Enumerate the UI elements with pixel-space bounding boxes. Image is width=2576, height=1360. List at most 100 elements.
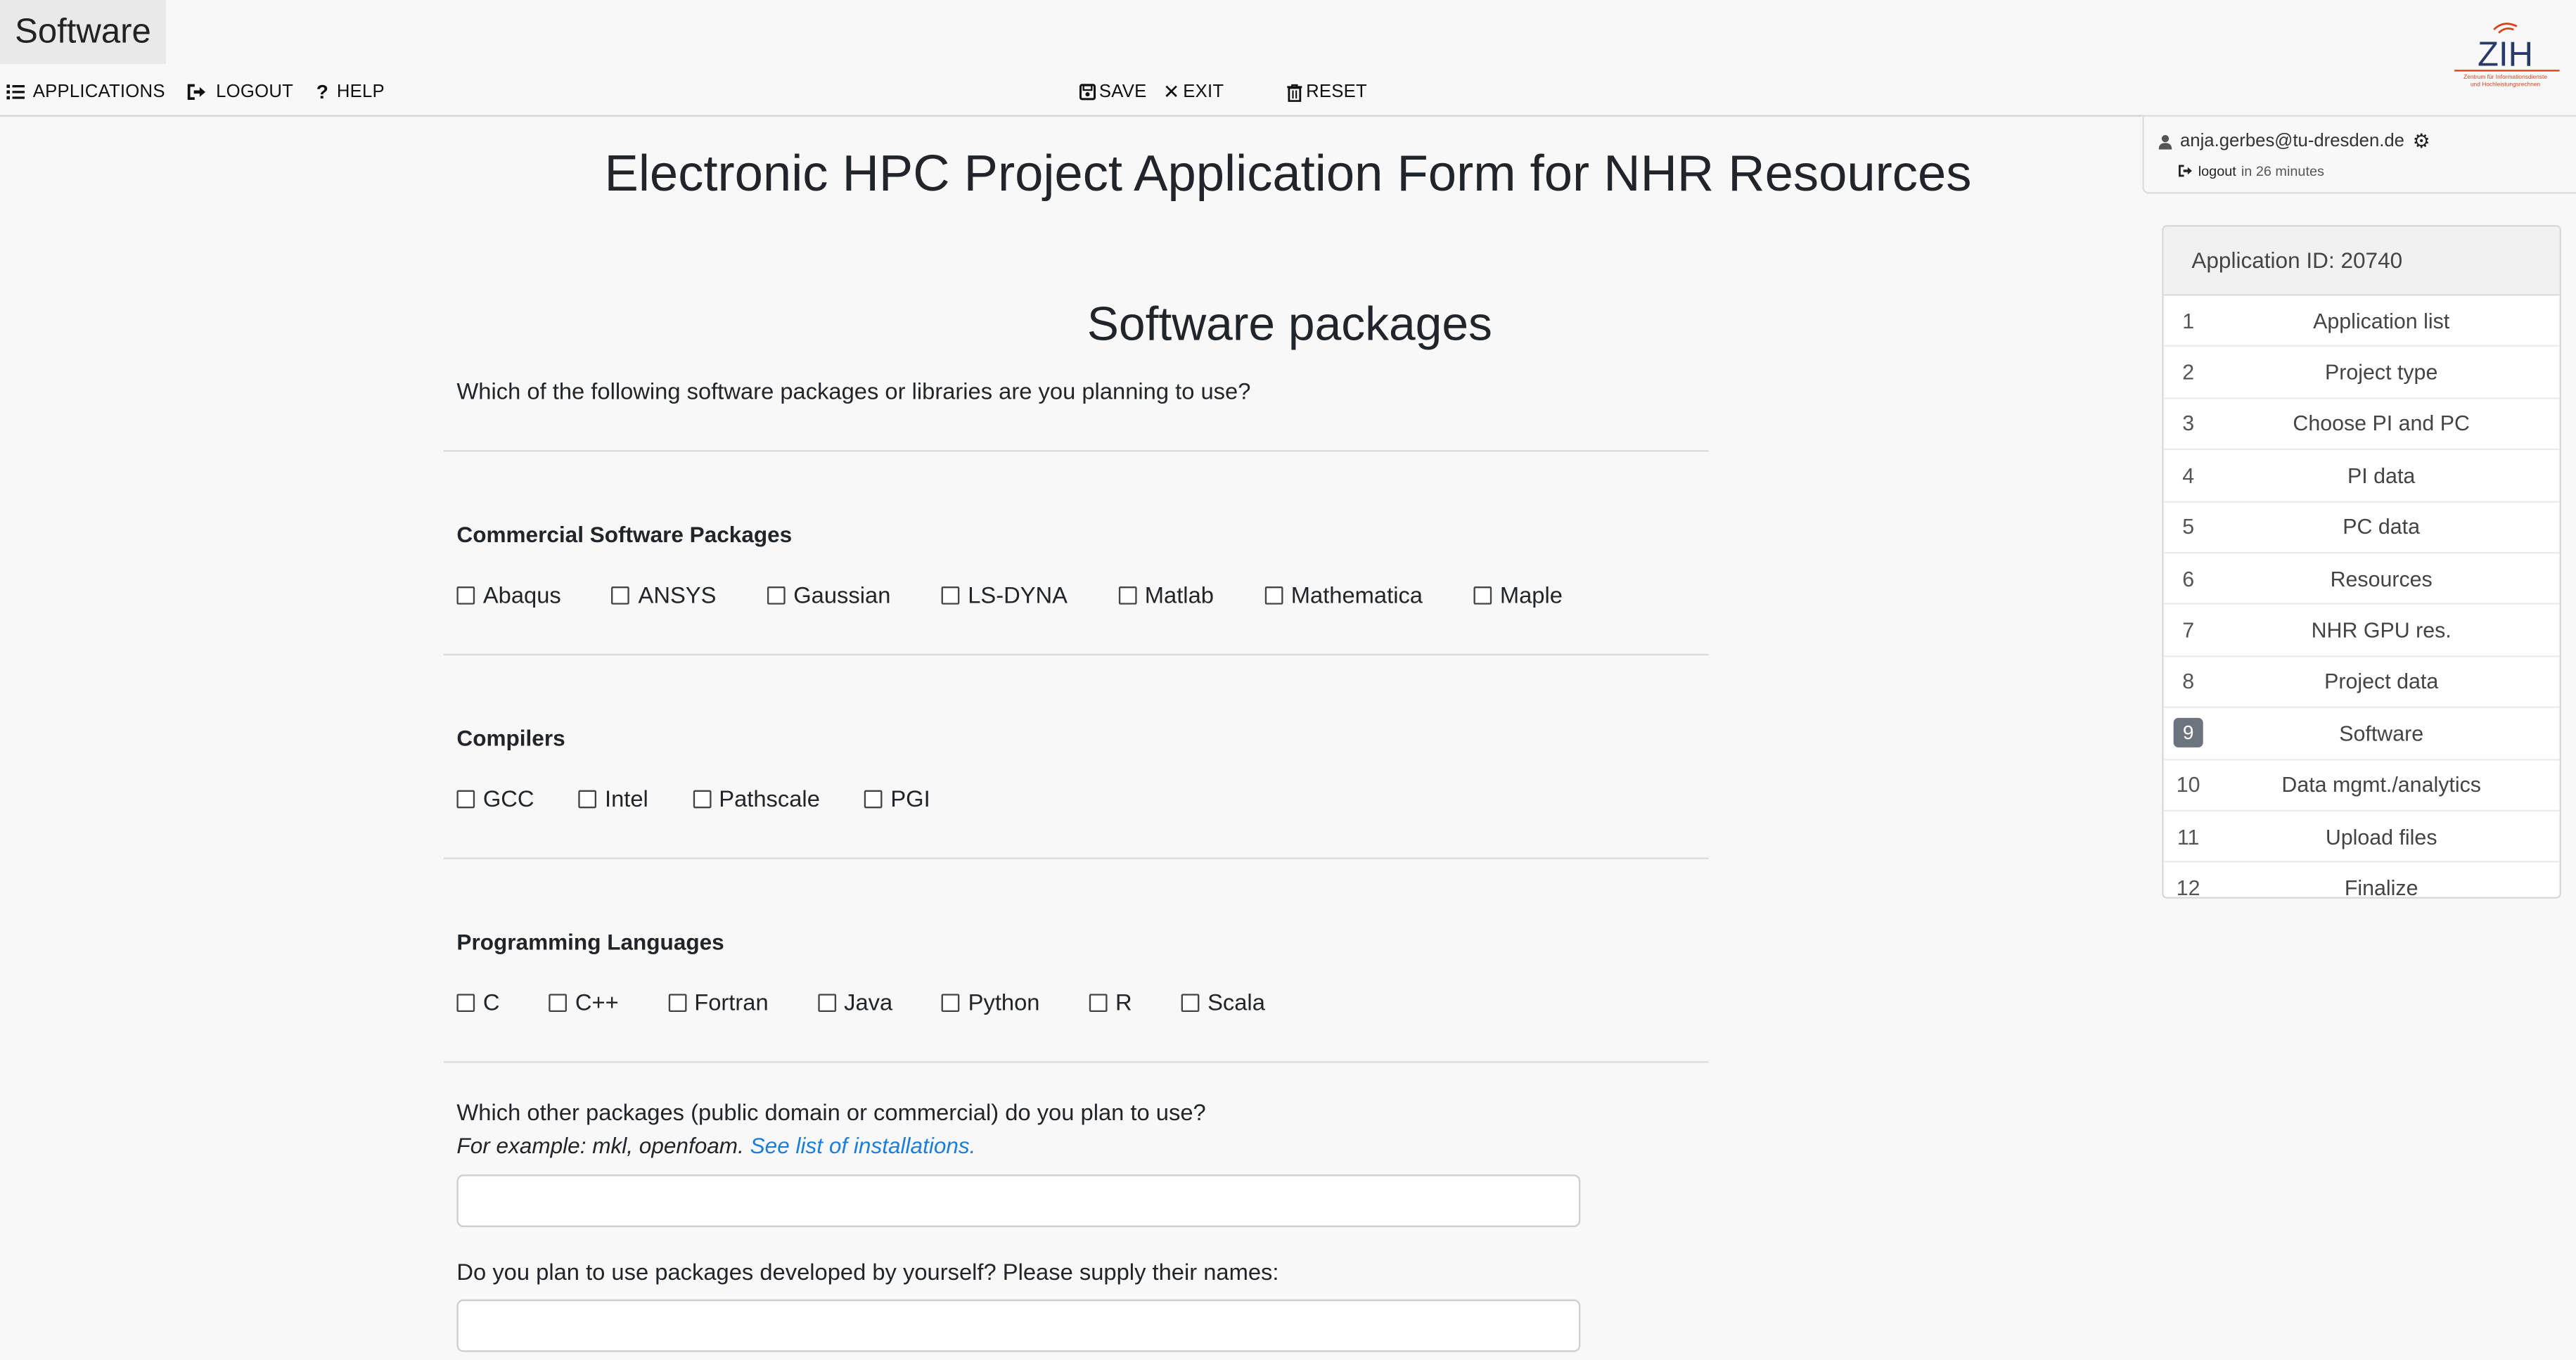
checkbox[interactable] <box>1473 585 1492 604</box>
option-fortran[interactable]: Fortran <box>667 989 769 1015</box>
option-gaussian[interactable]: Gaussian <box>767 582 890 608</box>
section-title: Software packages <box>1087 299 1492 352</box>
session-logout-link[interactable]: logout <box>2198 162 2236 179</box>
option-label: Mathematica <box>1290 581 1423 608</box>
steps-sidebar: Application ID: 20740 1 Application list … <box>2162 225 2561 899</box>
option-ansys[interactable]: ANSYS <box>612 582 716 608</box>
step-project-data[interactable]: 8 Project data <box>2163 657 2560 709</box>
checkbox[interactable] <box>1118 585 1137 604</box>
checkbox[interactable] <box>864 789 883 808</box>
step-label: PC data <box>2343 514 2421 539</box>
help-button[interactable]: ? HELP <box>316 80 385 103</box>
checkbox[interactable] <box>1181 993 1200 1011</box>
option-label: PGI <box>890 785 930 812</box>
user-email: anja.gerbes@tu-dresden.de <box>2180 131 2404 151</box>
option-matlab[interactable]: Matlab <box>1118 582 1214 608</box>
option-ls-dyna[interactable]: LS-DYNA <box>941 581 1068 608</box>
checkbox[interactable] <box>456 585 475 604</box>
close-icon: ✕ <box>1162 80 1180 104</box>
option-java[interactable]: Java <box>817 989 892 1015</box>
help-label: HELP <box>336 82 385 102</box>
group-title-commercial: Commercial Software Packages <box>456 522 793 547</box>
logo-text: ZIH <box>2478 35 2533 73</box>
reset-button[interactable]: RESET <box>1286 82 1367 102</box>
option-label: LS-DYNA <box>968 581 1068 608</box>
step-label: PI data <box>2347 463 2416 488</box>
option-gcc[interactable]: GCC <box>456 785 534 811</box>
header-divider <box>0 115 2143 117</box>
user-line: anja.gerbes@tu-dresden.de ⚙ <box>2158 130 2430 153</box>
step-number: 11 <box>2177 823 2200 849</box>
option-pathscale[interactable]: Pathscale <box>692 785 820 812</box>
checkbox[interactable] <box>456 993 475 1011</box>
logout-button[interactable]: LOGOUT <box>188 82 293 102</box>
option-cpp[interactable]: C++ <box>549 989 619 1015</box>
checkbox[interactable] <box>667 993 686 1011</box>
option-pgi[interactable]: PGI <box>864 785 930 811</box>
option-r[interactable]: R <box>1089 989 1132 1015</box>
step-number-active: 9 <box>2173 718 2203 748</box>
checkbox[interactable] <box>1089 993 1108 1011</box>
step-number: 10 <box>2176 772 2200 797</box>
zih-logo: ZIH Zentrum für Informationsdienste und … <box>2444 16 2566 91</box>
step-pi-data[interactable]: 4 PI data <box>2163 450 2560 502</box>
logo-subtitle-1: Zentrum für Informationsdienste <box>2463 73 2547 80</box>
checkbox[interactable] <box>612 585 630 604</box>
step-finalize[interactable]: 12 Finalize <box>2164 863 2560 897</box>
divider <box>443 653 1709 656</box>
checkbox[interactable] <box>1264 585 1283 604</box>
option-intel[interactable]: Intel <box>578 785 648 811</box>
exit-button[interactable]: ✕ EXIT <box>1163 80 1224 103</box>
option-label: Scala <box>1207 989 1265 1015</box>
checkbox[interactable] <box>549 993 568 1011</box>
form-toolbar: SAVE ✕ EXIT RESET <box>1079 77 1384 107</box>
main-nav: APPLICATIONS LOGOUT ? HELP <box>0 77 401 107</box>
session-info: logout in 26 minutes <box>2179 162 2324 179</box>
other-packages-hint: For example: mkl, openfoam. See list of … <box>456 1134 975 1158</box>
user-panel: anja.gerbes@tu-dresden.de ⚙ logout in 26… <box>2142 115 2576 194</box>
step-pc-data[interactable]: 5 PC data <box>2163 502 2560 554</box>
step-choose-pi-pc[interactable]: 3 Choose PI and PC <box>2163 399 2560 451</box>
divider <box>443 1061 1709 1063</box>
sign-out-icon <box>188 84 207 101</box>
language-options: C C++ Fortran Java Python R Scala <box>456 989 1265 1015</box>
group-title-compilers: Compilers <box>456 726 565 751</box>
option-label: Pathscale <box>719 785 820 812</box>
option-label: GCC <box>482 785 534 812</box>
option-label: Python <box>968 989 1040 1015</box>
installations-link[interactable]: See list of installations. <box>750 1134 976 1158</box>
option-c[interactable]: C <box>456 989 499 1015</box>
step-data-mgmt[interactable]: 10 Data mgmt./analytics <box>2163 759 2560 811</box>
commercial-options: Abaqus ANSYS Gaussian LS-DYNA Matlab Mat… <box>456 581 1563 608</box>
gear-icon[interactable]: ⚙ <box>2413 130 2430 153</box>
own-packages-question: Do you plan to use packages developed by… <box>456 1258 1279 1285</box>
checkbox[interactable] <box>817 993 836 1011</box>
checkbox[interactable] <box>578 789 597 808</box>
step-label: Project type <box>2324 359 2438 385</box>
checkbox[interactable] <box>942 993 960 1011</box>
applications-button[interactable]: APPLICATIONS <box>6 82 165 102</box>
checkbox[interactable] <box>941 585 960 604</box>
step-software[interactable]: 9 Software <box>2163 708 2560 760</box>
option-mathematica[interactable]: Mathematica <box>1264 582 1423 608</box>
checkbox[interactable] <box>456 789 475 808</box>
reset-label: RESET <box>1306 82 1367 102</box>
option-scala[interactable]: Scala <box>1181 989 1265 1015</box>
option-maple[interactable]: Maple <box>1473 581 1563 608</box>
checkbox[interactable] <box>692 789 711 808</box>
save-button[interactable]: SAVE <box>1079 82 1147 102</box>
other-packages-input[interactable] <box>456 1174 1581 1228</box>
option-abaqus[interactable]: Abaqus <box>456 582 561 608</box>
option-python[interactable]: Python <box>942 989 1039 1015</box>
option-label: Maple <box>1499 581 1563 608</box>
step-label: Application list <box>2313 308 2450 333</box>
step-resources[interactable]: 6 Resources <box>2163 553 2560 605</box>
step-upload-files[interactable]: 11 Upload files <box>2163 811 2560 864</box>
step-project-type[interactable]: 2 Project type <box>2163 347 2560 399</box>
step-application-list[interactable]: 1 Application list <box>2163 295 2560 347</box>
own-packages-input[interactable] <box>456 1299 1581 1352</box>
checkbox[interactable] <box>767 585 786 604</box>
option-label: C <box>482 989 500 1015</box>
step-nhr-gpu-res[interactable]: 7 NHR GPU res. <box>2163 605 2560 657</box>
page-title: Software <box>0 0 166 65</box>
